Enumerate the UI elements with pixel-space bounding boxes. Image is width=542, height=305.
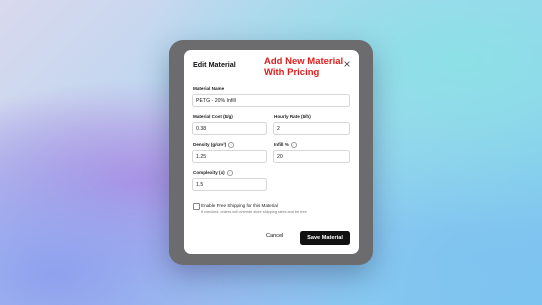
material-cost-input[interactable]: 0.38 xyxy=(192,122,267,135)
density-label-text: Density (g/cm³) xyxy=(193,142,227,148)
close-icon[interactable] xyxy=(344,61,350,67)
hourly-rate-input[interactable]: 2 xyxy=(273,122,350,135)
hourly-rate-label: Hourly Rate ($/h) xyxy=(274,114,311,119)
free-shipping-help-text: If checked, orders will override store s… xyxy=(201,210,307,214)
save-material-button[interactable]: Save Material xyxy=(300,231,350,245)
info-icon[interactable]: i xyxy=(228,142,235,148)
complexity-label-text: Complexity (x) xyxy=(193,170,225,176)
edit-material-dialog: Edit Material Add New Material With Pric… xyxy=(184,50,359,254)
infill-label-text: Infill % xyxy=(274,142,289,148)
free-shipping-label: Enable Free Shipping for this Material xyxy=(201,202,278,208)
infill-label: Infill % i xyxy=(274,142,297,148)
material-cost-label: Material Cost ($/g) xyxy=(193,114,233,119)
free-shipping-checkbox[interactable] xyxy=(193,203,200,210)
material-name-label: Material Name xyxy=(193,86,225,91)
material-name-input[interactable]: PETG - 20% Infill xyxy=(192,94,350,107)
density-input[interactable]: 1.25 xyxy=(192,150,267,163)
info-icon[interactable]: i xyxy=(290,142,297,148)
cancel-button[interactable]: Cancel xyxy=(266,233,283,239)
infill-input[interactable]: 20 xyxy=(273,150,350,163)
promo-annotation: Add New Material With Pricing xyxy=(264,56,344,78)
density-label: Density (g/cm³) i xyxy=(193,142,235,148)
complexity-label: Complexity (x) i xyxy=(193,170,233,176)
info-icon[interactable]: i xyxy=(226,170,233,176)
dialog-title: Edit Material xyxy=(193,60,236,69)
complexity-input[interactable]: 1.5 xyxy=(192,178,267,191)
